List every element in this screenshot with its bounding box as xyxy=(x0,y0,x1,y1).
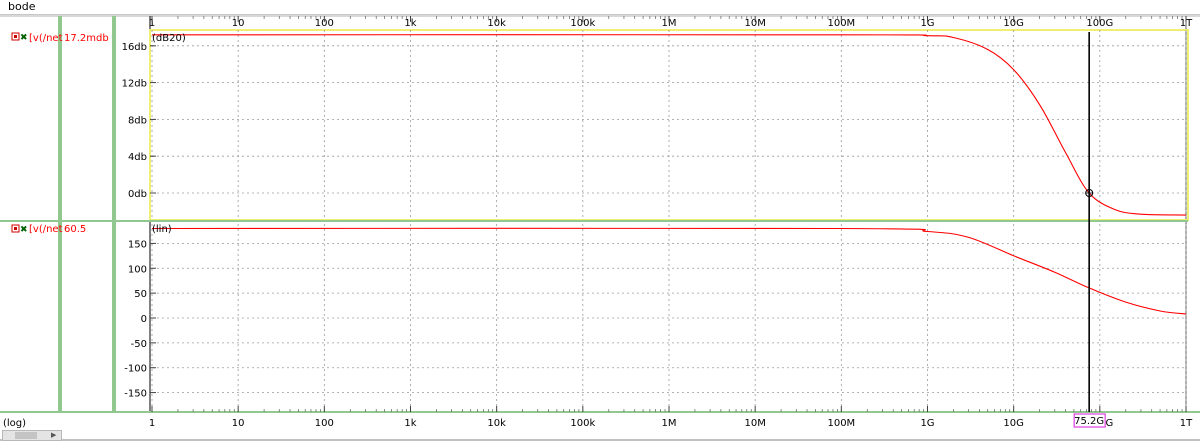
horizontal-scrollbar[interactable]: ▶ xyxy=(2,430,62,441)
y-tick-label: 8db xyxy=(128,115,147,126)
x-tick-label-bottom: 10M xyxy=(744,418,765,429)
y-tick-label: 0 xyxy=(141,314,147,325)
x-tick-label-bottom: 10 xyxy=(232,418,245,429)
bode-plot[interactable]: 1110101001001k1k10k10k100k100k1M1M10M10M… xyxy=(0,0,1200,442)
x-tick-label-bottom: 100 xyxy=(315,418,334,429)
y-tick-label: 100 xyxy=(128,264,147,275)
legend-phase-value: 60.5 xyxy=(64,224,86,235)
cursor-readout: 75.2G xyxy=(1074,416,1104,427)
y-tick-label: 4db xyxy=(128,152,147,163)
legend-phase[interactable]: ✖ [v(/net 60.5 xyxy=(11,224,86,235)
x-tick-label-bottom: 1T xyxy=(1180,418,1193,429)
tick-layer: 1110101001001k1k10k10k100k100k1M1M10M10M… xyxy=(122,16,1193,429)
y-tick-label: 150 xyxy=(128,239,147,250)
legend-magnitude[interactable]: ✖ [v(/net 17.2mdb xyxy=(11,32,109,44)
trace-check-icon[interactable]: ✖ xyxy=(20,225,28,235)
y-tick-label: 16db xyxy=(122,42,147,53)
y-tick-label: 50 xyxy=(134,289,147,300)
y-tick-label: -100 xyxy=(124,364,147,375)
x-axis-scale-label: (log) xyxy=(3,418,26,429)
trace-select-box-icon-fill xyxy=(14,227,17,230)
trace-select-box-icon-fill xyxy=(14,35,17,38)
legend-magnitude-value: 17.2mdb xyxy=(64,33,109,44)
y-tick-label: 0db xyxy=(128,189,147,200)
x-tick-label-bottom: 1M xyxy=(662,418,677,429)
x-tick-label-bottom: 100M xyxy=(827,418,855,429)
magnitude-scale-label: (dB20) xyxy=(152,33,186,44)
x-tick-label-bottom: 1 xyxy=(149,418,155,429)
x-tick-label-bottom: 10k xyxy=(487,418,506,429)
legend-phase-label: [v(/net xyxy=(29,224,63,235)
legend-band-right xyxy=(112,16,116,412)
phase-scale-label: (lin) xyxy=(152,224,172,235)
y-tick-label: -150 xyxy=(124,389,147,400)
y-tick-label: -50 xyxy=(131,339,147,350)
x-tick-label-bottom: 1G xyxy=(920,418,934,429)
scrollbar-thumb[interactable] xyxy=(15,432,37,439)
trace-check-icon[interactable]: ✖ xyxy=(20,33,28,43)
x-tick-label-bottom: 100k xyxy=(570,418,595,429)
trace-phase[interactable] xyxy=(151,227,1187,315)
y-tick-label: 12db xyxy=(122,79,147,90)
legend-band-left xyxy=(58,16,62,412)
scroll-right-arrow-icon[interactable]: ▶ xyxy=(51,431,56,439)
x-tick-label-bottom: 1k xyxy=(404,418,416,429)
legend-magnitude-label: [v(/net xyxy=(29,33,63,44)
x-tick-label-bottom: 10G xyxy=(1003,418,1023,429)
